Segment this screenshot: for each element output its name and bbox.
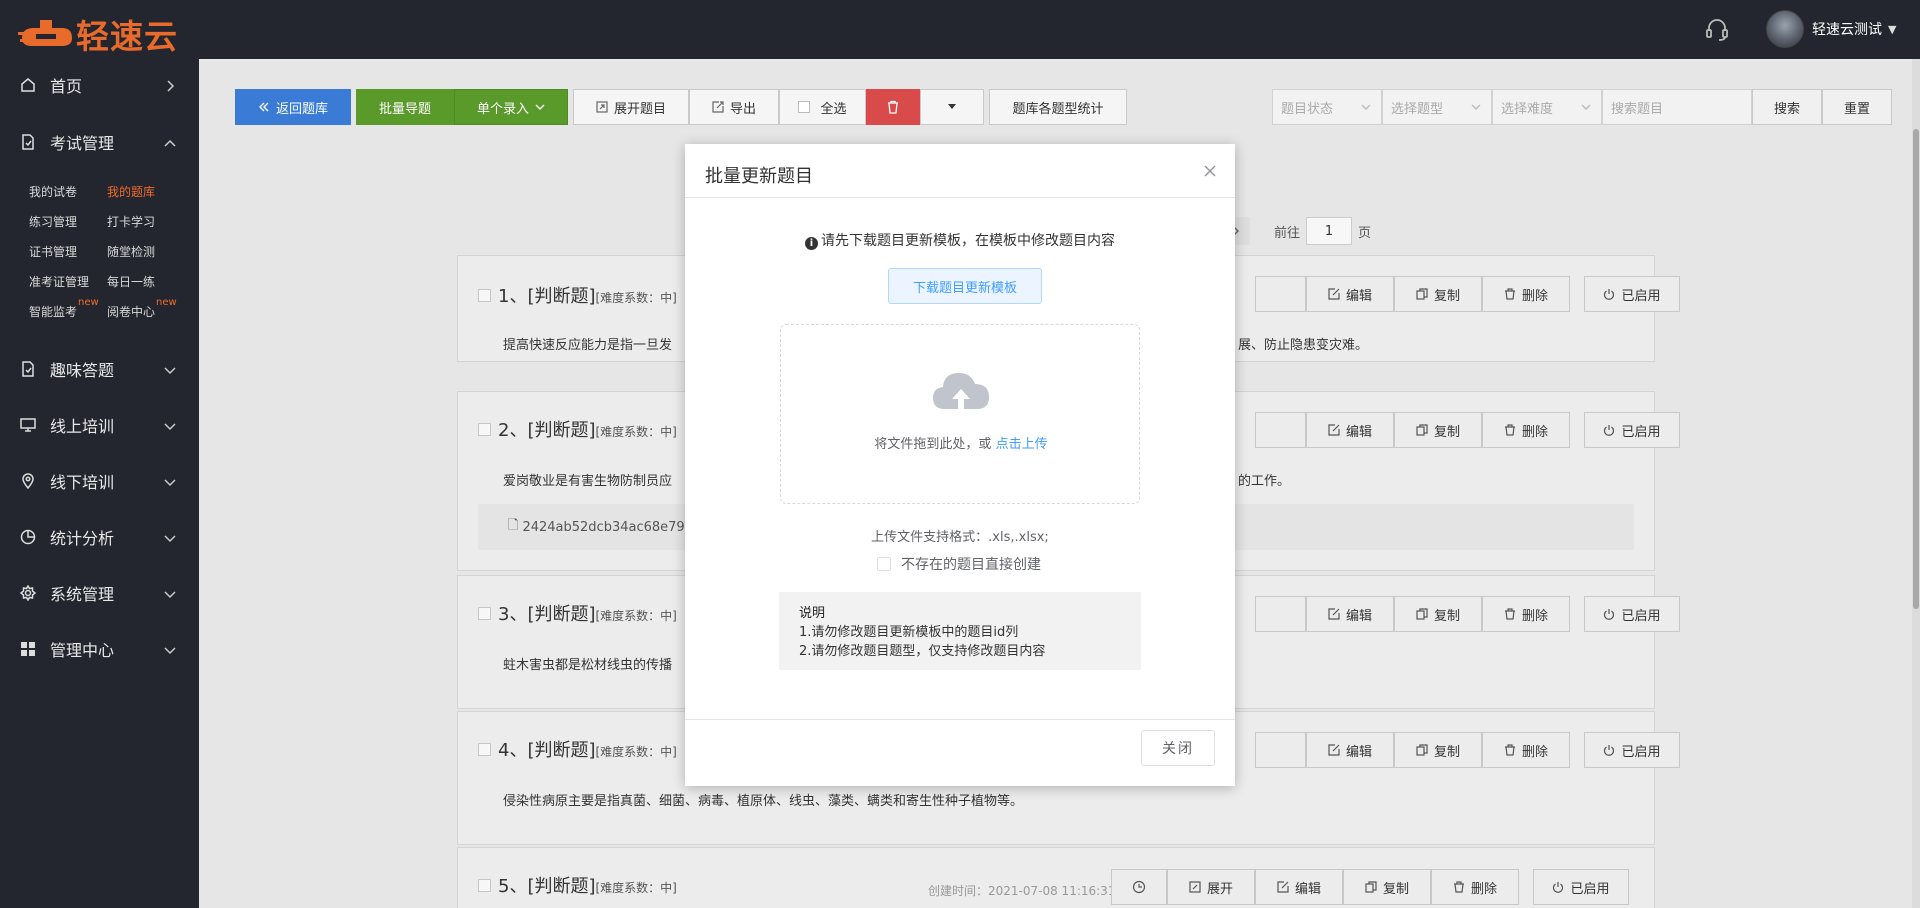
dropzone-text: 将文件拖到此处，或 点击上传 xyxy=(874,437,1048,452)
close-icon[interactable] xyxy=(1203,164,1217,178)
download-template-button[interactable]: 下载题目更新模板 xyxy=(888,268,1042,304)
note-line: 1.请勿修改题目更新模板中的题目id列 xyxy=(799,625,1019,640)
note-line: 2.请勿修改题目题型，仅支持修改题目内容 xyxy=(799,644,1046,659)
close-button[interactable]: 关闭 xyxy=(1141,730,1215,766)
click-upload-link[interactable]: 点击上传 xyxy=(996,437,1048,452)
note-title: 说明 xyxy=(799,606,826,621)
batch-update-dialog: 批量更新题目 i 请先下载题目更新模板，在模板中修改题目内容 下载题目更新模板 将… xyxy=(685,144,1235,786)
dialog-footer: 关闭 xyxy=(685,719,1235,786)
create-missing-label: 不存在的题目直接创建 xyxy=(901,557,1041,573)
create-missing-checkbox[interactable] xyxy=(877,557,891,571)
upload-cloud-icon xyxy=(931,365,991,415)
instruction-text: i 请先下载题目更新模板，在模板中修改题目内容 xyxy=(685,230,1235,250)
instructions-note: 说明 1.请勿修改题目更新模板中的题目id列 2.请勿修改题目题型，仅支持修改题… xyxy=(779,592,1141,670)
dialog-header: 批量更新题目 xyxy=(685,144,1235,198)
upload-dropzone[interactable]: 将文件拖到此处，或 点击上传 xyxy=(780,324,1140,504)
dialog-title: 批量更新题目 xyxy=(705,166,813,187)
create-missing-option[interactable]: 不存在的题目直接创建 xyxy=(877,554,1041,574)
info-icon: i xyxy=(805,237,818,250)
supported-formats: 上传文件支持格式：.xls,.xlsx; xyxy=(871,530,1049,545)
